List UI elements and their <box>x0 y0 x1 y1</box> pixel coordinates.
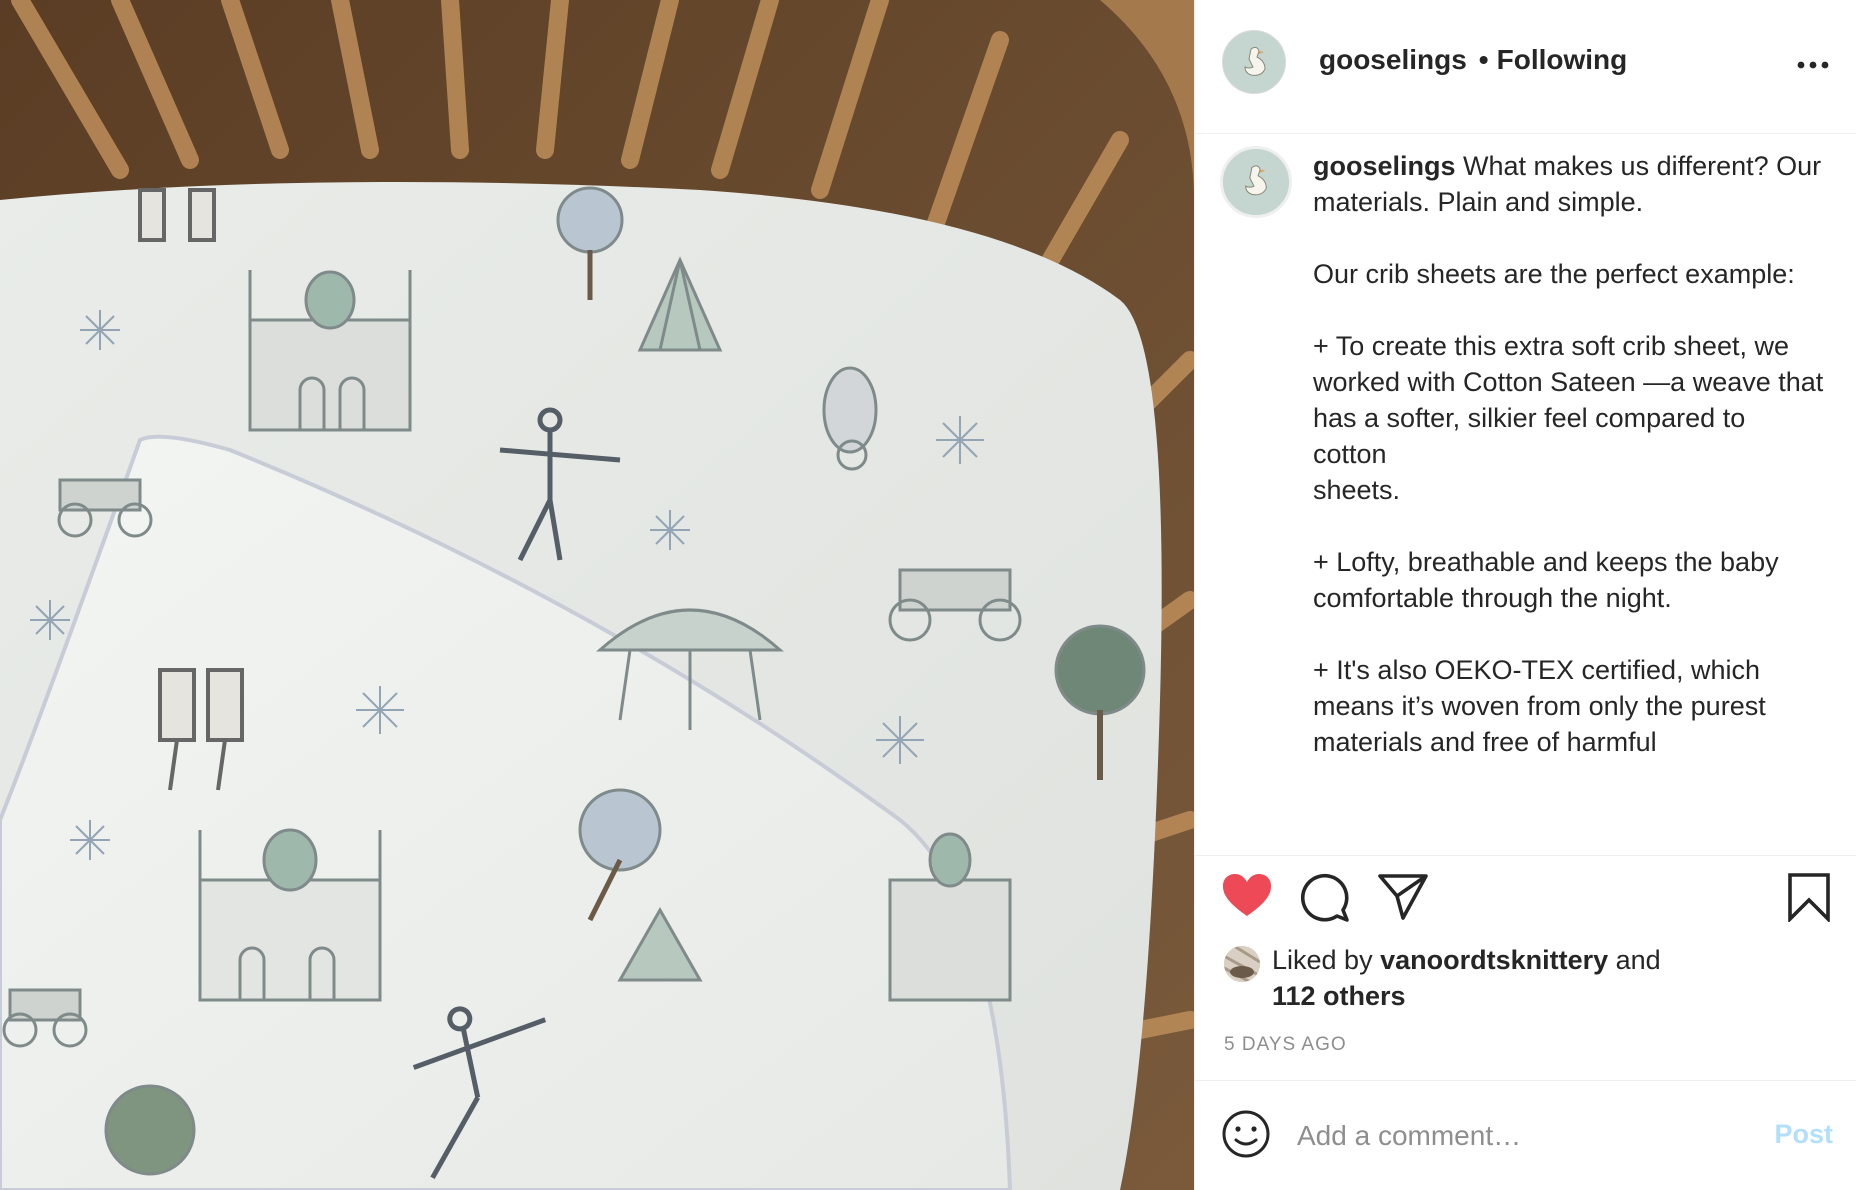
profile-avatar[interactable] <box>1222 30 1286 94</box>
post-details-panel: gooselings • Following gooselings What mak… <box>1194 0 1856 1190</box>
follow-status-button[interactable]: Following <box>1497 44 1628 75</box>
caption-username[interactable]: gooselings <box>1313 151 1456 181</box>
caption-body: What makes us different? Our materials. … <box>1313 151 1824 757</box>
post-timestamp[interactable]: 5 DAYS AGO <box>1224 1034 1347 1056</box>
instagram-post-modal: gooselings • Following gooselings What mak… <box>0 0 1856 1190</box>
comment-bar: Post <box>1195 1080 1856 1190</box>
likes-others-link[interactable]: 112 others <box>1272 981 1406 1011</box>
post-comment-button[interactable]: Post <box>1774 1119 1833 1150</box>
caption-text: gooselings What makes us different? Our … <box>1313 148 1825 760</box>
post-photo[interactable] <box>0 0 1194 1190</box>
share-icon[interactable] <box>1377 872 1429 927</box>
bookmark-icon[interactable] <box>1787 872 1831 927</box>
post-header: gooselings • Following <box>1195 0 1856 134</box>
header-separator: • <box>1478 44 1489 75</box>
likes-prefix: Liked by <box>1272 945 1381 975</box>
caption-avatar[interactable] <box>1220 146 1292 218</box>
crib-sheet-photo <box>0 0 1194 1190</box>
liker-avatar[interactable] <box>1224 946 1260 982</box>
likes-text: Liked by vanoordtsknittery and 112 others <box>1272 942 1792 1014</box>
header-username-row: gooselings • Following <box>1319 42 1627 78</box>
likes-and: and <box>1608 945 1661 975</box>
header-username[interactable]: gooselings <box>1319 44 1467 75</box>
more-options-icon[interactable] <box>1795 50 1831 80</box>
smiley-icon[interactable] <box>1221 1109 1271 1164</box>
heart-filled-icon[interactable] <box>1221 872 1273 925</box>
caption-scroll-area[interactable]: gooselings What makes us different? Our … <box>1195 134 1856 856</box>
comment-icon[interactable] <box>1299 872 1351 929</box>
liker-username[interactable]: vanoordtsknittery <box>1380 945 1608 975</box>
comment-input[interactable] <box>1295 1115 1739 1157</box>
goose-logo-icon <box>1223 149 1289 215</box>
goose-logo-icon <box>1223 31 1285 93</box>
action-bar <box>1195 872 1856 932</box>
